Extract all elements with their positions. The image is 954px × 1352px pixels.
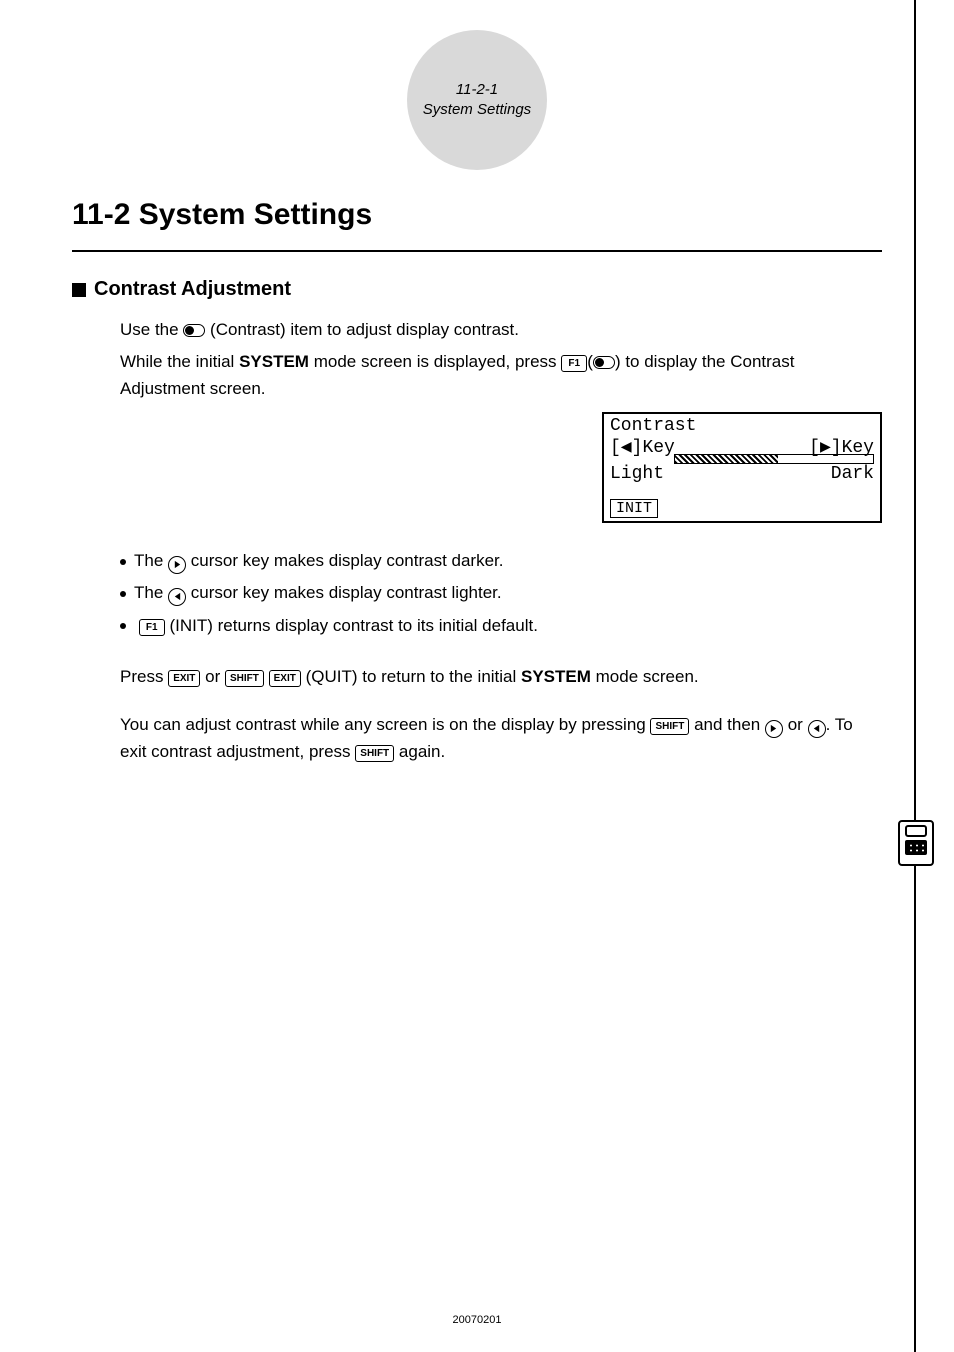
shift-key-icon: SHIFT [225,670,264,687]
title-underline [72,250,882,252]
bullet-icon [120,623,126,629]
bullet-icon [120,559,126,565]
bullet-1: The cursor key makes display contrast da… [120,545,882,577]
paragraph-2: While the initial SYSTEM mode screen is … [120,349,882,402]
contrast-lens-icon [183,324,205,337]
exit-key-icon: EXIT [168,670,200,687]
paragraph-1: Use the (Contrast) item to adjust displa… [120,317,882,343]
f1-key-icon: F1 [139,619,165,636]
bullet-3: F1 (INIT) returns display contrast to it… [120,610,882,642]
lcd-left-key: [◀]Key [610,436,675,458]
page-header-badge: 11-2-1 System Settings [407,30,547,170]
header-line2: System Settings [423,100,531,120]
lcd-title: Contrast [604,414,880,436]
right-arrow-key-icon [168,556,186,574]
footer-code: 20070201 [0,1314,954,1326]
calculator-model-icon [898,820,934,866]
lcd-init-button: INIT [610,499,658,518]
f1-key-icon: F1 [561,355,587,372]
lcd-dark-label: Dark [831,464,874,484]
paragraph-3: Press EXIT or SHIFT EXIT (QUIT) to retur… [120,664,882,690]
square-bullet-icon [72,283,86,297]
calculator-keypad-icon [905,840,927,855]
shift-key-icon: SHIFT [355,745,394,762]
paragraph-4: You can adjust contrast while any screen… [120,712,882,765]
lcd-screenshot: Contrast [◀]Key [▶]Key Light Dark INIT [602,412,882,523]
section-heading: Contrast Adjustment [72,278,882,301]
bullet-list: The cursor key makes display contrast da… [120,545,882,642]
header-line1: 11-2-1 [456,80,498,100]
chapter-title: 11-2 System Settings [72,198,882,232]
right-arrow-key-icon [765,720,783,738]
shift-key-icon: SHIFT [650,718,689,735]
left-arrow-key-icon [808,720,826,738]
bullet-icon [120,591,126,597]
lcd-light-label: Light [610,464,664,484]
calculator-screen-icon [905,825,927,837]
exit-key-icon: EXIT [269,670,301,687]
lcd-contrast-bar [674,454,874,464]
contrast-lens-icon [593,356,615,369]
left-arrow-key-icon [168,588,186,606]
section-heading-text: Contrast Adjustment [94,278,291,301]
bullet-2: The cursor key makes display contrast li… [120,577,882,609]
page-right-rule [914,0,916,1352]
